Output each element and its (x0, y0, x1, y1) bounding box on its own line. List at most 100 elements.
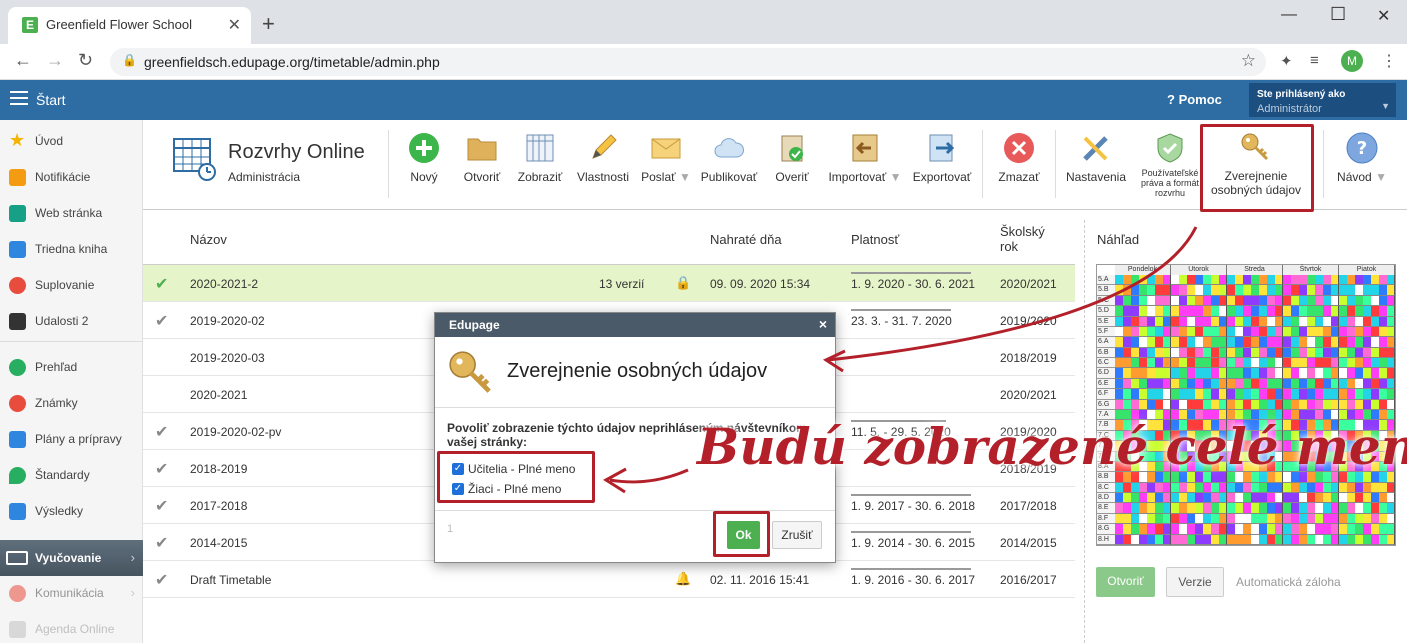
dropdown-caret-icon: ▼ (1381, 101, 1390, 111)
help-link[interactable]: ? Pomoc (1167, 92, 1222, 107)
preview-class-label: 6.C (1097, 358, 1115, 369)
delete-button[interactable]: Zmazať (991, 120, 1047, 210)
preview-day-header: Utorok (1171, 265, 1227, 275)
sidebar-item-plany[interactable]: Plány a prípravy (0, 421, 143, 457)
preview-open-button[interactable]: Otvoriť (1096, 567, 1155, 597)
reload-icon[interactable]: ↻ (78, 50, 93, 71)
preview-day-cell (1339, 358, 1395, 369)
sidebar-item-standardy[interactable]: Štandardy (0, 457, 143, 493)
back-arrow-icon[interactable]: ← (14, 50, 32, 71)
col-header-uploaded[interactable]: Nahraté dňa (710, 232, 782, 247)
send-text: Poslať (641, 170, 676, 184)
row-year: 2017/2018 (1000, 499, 1057, 513)
browser-menu-icon[interactable]: ⋮ (1381, 51, 1397, 71)
versions-button[interactable]: Verzie (1166, 567, 1224, 597)
preview-day-cell (1339, 482, 1395, 494)
preview-day-cell (1283, 326, 1339, 338)
sidebar-item-prehlad[interactable]: Prehľad (0, 349, 143, 385)
dialog-close-icon[interactable]: × (819, 316, 827, 332)
row-versions[interactable]: 13 verzií (599, 277, 644, 291)
new-button[interactable]: Nový (398, 120, 450, 210)
url-text[interactable]: greenfieldsch.edupage.org/timetable/admi… (144, 54, 440, 70)
new-tab-plus-icon[interactable]: + (262, 11, 275, 37)
shield-check-icon (1157, 133, 1183, 163)
timetable-preview[interactable]: Pondelok Utorok Streda Štvrtok Piatok 5.A 5.B… (1096, 264, 1396, 546)
table-row[interactable]: ✔ 2020-2021-2 13 verzií 🔒 09. 09. 2020 1… (143, 265, 1075, 302)
school-year-line: Školský (1000, 224, 1045, 239)
publish-button[interactable]: Publikovať (698, 120, 760, 210)
properties-button[interactable]: Vlastnosti (572, 120, 634, 210)
preview-day-cell (1339, 316, 1395, 327)
show-button[interactable]: Zobraziť (514, 120, 566, 210)
col-header-name[interactable]: Názov (190, 232, 227, 247)
dropdown-caret-icon: ▼ (889, 170, 902, 184)
sidebar-item-vyucovanie[interactable]: Vyučovanie › (0, 540, 143, 576)
sidebar-item-udalosti[interactable]: Udalosti 2 (0, 303, 143, 339)
sidebar-item-agenda[interactable]: Agenda Online (0, 611, 143, 643)
row-year: 2020/2021 (1000, 388, 1057, 402)
export-label: Exportovať (912, 170, 972, 184)
edupage-favicon-icon: E (22, 17, 38, 33)
media-queue-icon[interactable]: ≡ (1310, 52, 1319, 69)
preview-day-cell (1171, 534, 1227, 545)
hamburger-menu-icon[interactable] (10, 91, 28, 105)
row-uploaded: 02. 11. 2016 15:41 (710, 573, 810, 587)
timetable-logo-icon (173, 138, 216, 181)
sidebar-item-suplovanie[interactable]: Suplovanie (0, 267, 143, 303)
extensions-puzzle-icon[interactable]: ✦ (1280, 52, 1293, 70)
sidebar-item-uvod[interactable]: ★ Úvod (0, 123, 143, 159)
start-link[interactable]: Štart (36, 92, 66, 108)
sidebar-item-komunikacia[interactable]: Komunikácia › (0, 575, 143, 611)
check-icon: ✔ (155, 498, 169, 515)
minimize-icon[interactable]: — (1281, 6, 1297, 24)
profile-avatar[interactable]: M (1341, 50, 1363, 72)
user-menu[interactable]: Ste prihlásený ako Administrátor ▼ (1249, 83, 1396, 117)
sidebar-item-web[interactable]: Web stránka (0, 195, 143, 231)
preview-day-cell (1171, 326, 1227, 338)
verify-button[interactable]: Overiť (766, 120, 818, 210)
properties-label: Vlastnosti (576, 170, 630, 184)
open-button[interactable]: Otvoriť (456, 120, 508, 210)
chevron-right-icon: › (130, 585, 135, 600)
sidebar-item-vysledky[interactable]: Výsledky (0, 493, 143, 529)
autosave-label[interactable]: Automatická záloha (1236, 575, 1341, 589)
sidebar-item-znamky[interactable]: Známky (0, 385, 143, 421)
guide-text: Návod (1337, 170, 1372, 184)
forward-arrow-icon[interactable]: → (46, 50, 64, 71)
preview-day-cell (1227, 316, 1283, 327)
cancel-button[interactable]: Zrušiť (772, 521, 822, 549)
preview-day-cell (1115, 326, 1171, 338)
col-header-school-year[interactable]: Školský rok (1000, 224, 1045, 254)
col-header-validity[interactable]: Platnosť (851, 232, 899, 247)
row-name: 2017-2018 (190, 499, 248, 513)
user-rights-button[interactable]: Používateľské práva a formát rozvrhu (1135, 120, 1205, 210)
settings-button[interactable]: Nastavenia (1061, 120, 1131, 210)
preview-day-header: Štvrtok (1283, 265, 1339, 275)
send-label: Poslať ▼ (638, 170, 694, 184)
preview-day-cell (1339, 275, 1395, 286)
user-rights-line: rozvrhu (1154, 188, 1185, 198)
import-button[interactable]: Importovať ▼ (826, 120, 904, 210)
preview-day-cell (1115, 378, 1171, 390)
question-circle-icon: ? (1346, 132, 1378, 164)
export-button[interactable]: Exportovať (908, 120, 976, 210)
maximize-icon[interactable]: ☐ (1330, 4, 1346, 25)
preview-class-label: 8.C (1097, 482, 1115, 494)
send-button[interactable]: Poslať ▼ (638, 120, 694, 210)
omnibox[interactable]: 🔒 greenfieldsch.edupage.org/timetable/ad… (110, 48, 1266, 76)
preview-day-cell (1339, 513, 1395, 525)
bookmark-star-icon[interactable]: ☆ (1241, 51, 1256, 71)
close-tab-icon[interactable]: ✕ (228, 15, 241, 35)
preview-day-header: Pondelok (1115, 265, 1171, 275)
preview-day-cell (1283, 337, 1339, 348)
sidebar-item-notifikacie[interactable]: Notifikácie (0, 159, 143, 195)
table-row[interactable]: ✔ Draft Timetable 🔔 02. 11. 2016 15:41 1… (143, 561, 1075, 598)
preview-day-cell (1115, 524, 1171, 535)
clipboard-check-icon (781, 135, 803, 162)
check-icon: ✔ (155, 461, 169, 478)
close-window-icon[interactable]: ✕ (1377, 6, 1390, 26)
browser-tab[interactable]: E Greenfield Flower School ✕ (8, 7, 251, 44)
sidebar-item-triedna-kniha[interactable]: Triedna kniha (0, 231, 143, 267)
dialog-title: Zverejnenie osobných údajov (507, 360, 768, 382)
guide-button[interactable]: ? Návod ▼ (1329, 120, 1395, 210)
